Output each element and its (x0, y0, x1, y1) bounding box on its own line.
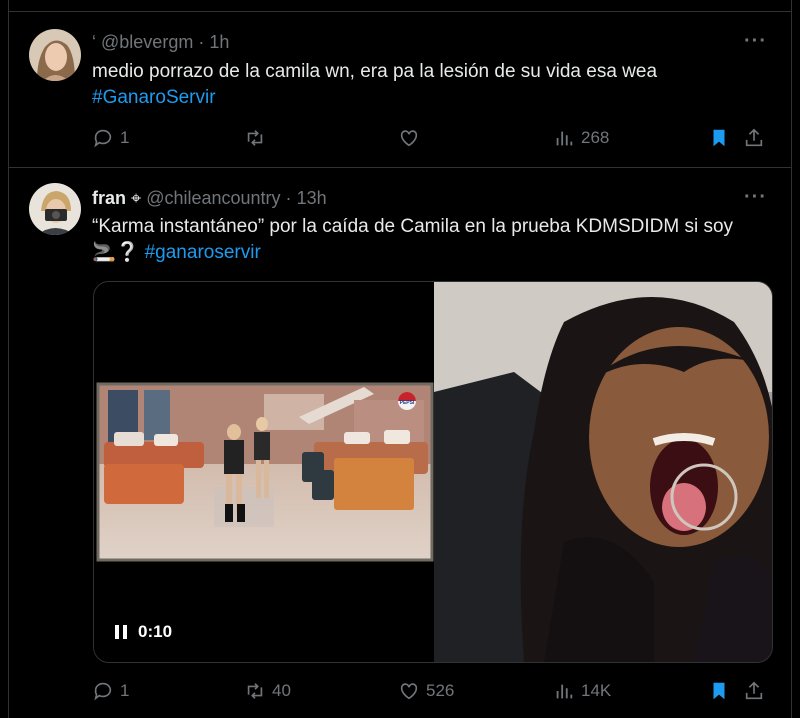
tweet-card[interactable]: fran ⌖ @chileancountry · 13h ··· “Karma … (8, 168, 792, 718)
separator-dot: · (198, 32, 205, 52)
tweet-header: fran ⌖ @chileancountry · 13h (92, 188, 327, 209)
reply-icon (94, 129, 112, 148)
like-button[interactable]: 526 (398, 678, 454, 704)
reply-count: 1 (120, 681, 130, 700)
bookmark-button[interactable] (708, 125, 730, 151)
retweet-icon (247, 130, 263, 146)
handle-prefix: ‘ (92, 32, 96, 52)
tweet-body: “Karma instantáneo” por la caída de Cami… (92, 216, 734, 237)
reply-icon (94, 682, 112, 701)
views-button[interactable]: 14K (553, 678, 611, 704)
share-button[interactable] (743, 125, 765, 151)
video-frame: PEPSI (94, 282, 772, 662)
tweet-actions: 1 40 526 14K (92, 678, 769, 704)
reply-button[interactable]: 1 (92, 125, 129, 151)
tweet-body: medio porrazo de la camila wn, era pa la… (92, 61, 658, 82)
retweet-button[interactable] (244, 125, 272, 151)
bookmark-button[interactable] (708, 678, 730, 704)
like-button[interactable] (398, 125, 426, 151)
user-handle[interactable]: @blevergm (101, 32, 193, 52)
emoji: 🚬❔ (92, 242, 140, 263)
avatar[interactable] (29, 29, 81, 81)
tweet-text: medio porrazo de la camila wn, era pa la… (92, 59, 782, 111)
views-count: 268 (581, 128, 610, 147)
like-count: 526 (426, 681, 455, 700)
avatar[interactable] (29, 183, 81, 235)
views-icon (556, 684, 573, 699)
tweet-card[interactable]: ‘ @blevergm · 1h ··· medio porrazo de la… (8, 12, 792, 168)
share-icon (745, 128, 763, 147)
video-badge: PEPSI (400, 400, 415, 406)
hashtag-link[interactable]: #ganaroservir (145, 242, 261, 263)
more-options-button[interactable]: ··· (744, 186, 767, 209)
tweet-header: ‘ @blevergm · 1h (92, 32, 229, 53)
views-button[interactable]: 268 (553, 125, 609, 151)
video-timestamp: 0:10 (138, 622, 173, 641)
retweet-count: 40 (272, 681, 291, 700)
like-icon (400, 130, 418, 147)
reply-button[interactable]: 1 (92, 678, 129, 704)
like-icon (400, 683, 418, 700)
more-options-button[interactable]: ··· (744, 30, 767, 53)
user-handle[interactable]: @chileancountry (146, 188, 280, 208)
tweet-actions: 1 268 (92, 125, 769, 151)
views-icon (556, 131, 573, 146)
display-name[interactable]: fran (92, 188, 126, 208)
separator-dot: · (285, 188, 292, 208)
views-count: 14K (581, 681, 612, 700)
timestamp[interactable]: 13h (297, 188, 327, 208)
bookmark-icon (713, 129, 725, 147)
bookmark-icon (713, 682, 725, 700)
hashtag-link[interactable]: #GanaroServir (92, 87, 216, 108)
badge-icon: ⌖ (131, 188, 142, 208)
share-button[interactable] (743, 678, 765, 704)
video-player[interactable]: PEPSI 0:10 (93, 281, 773, 663)
retweet-icon (247, 683, 263, 699)
timestamp[interactable]: 1h (209, 32, 229, 52)
share-icon (745, 681, 763, 700)
reply-count: 1 (120, 128, 130, 147)
video-controls: 0:10 (114, 622, 172, 642)
retweet-button[interactable]: 40 (244, 678, 291, 704)
previous-tweet-edge (8, 0, 792, 12)
pause-icon[interactable] (114, 624, 128, 640)
tweet-text: “Karma instantáneo” por la caída de Cami… (92, 214, 782, 266)
